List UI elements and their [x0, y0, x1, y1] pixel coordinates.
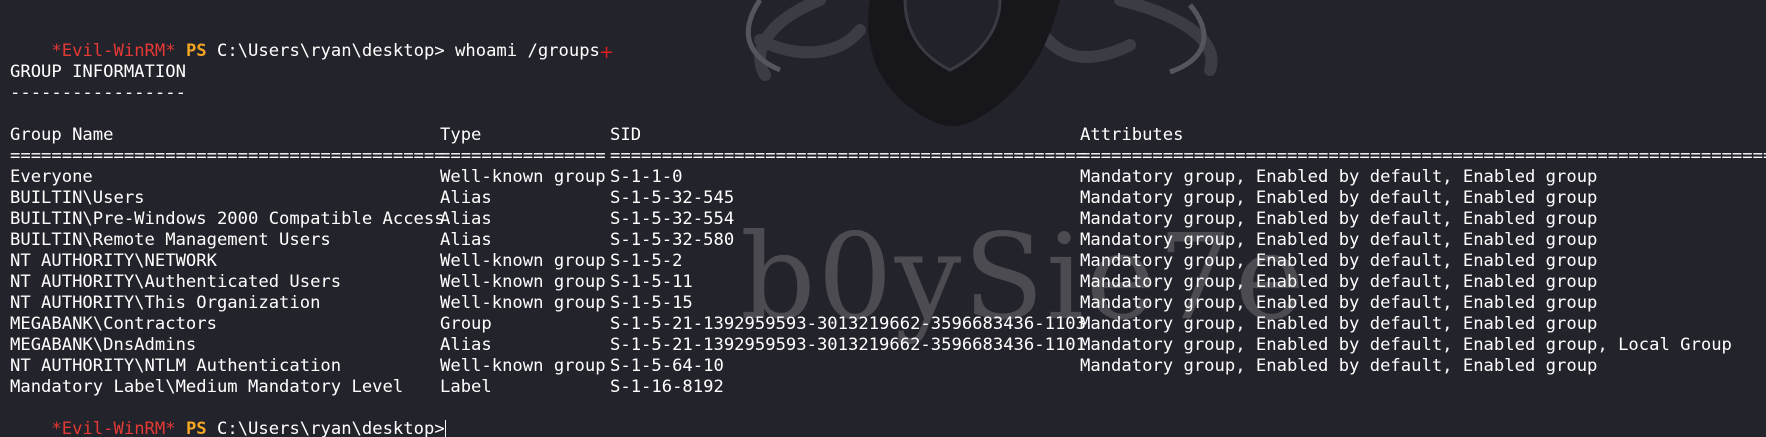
group-sid-cell: S-1-5-32-545	[610, 188, 735, 208]
group-type-cell: Well-known group	[440, 167, 606, 187]
group-type-cell: Well-known group	[440, 293, 606, 313]
winrm-label: *Evil-WinRM*	[51, 41, 176, 61]
group-name-cell: MEGABANK\DnsAdmins	[10, 335, 197, 355]
output-heading-underline: -----------------	[10, 83, 186, 103]
separator-sid: ========================================…	[610, 146, 1086, 166]
group-attributes-cell: Mandatory group, Enabled by default, Ena…	[1080, 230, 1598, 250]
group-sid-cell: S-1-5-32-554	[610, 209, 735, 229]
ps-label: PS	[185, 41, 207, 61]
group-sid-cell: S-1-5-15	[610, 293, 693, 313]
table-row: MEGABANK\Contractors Group S-1-5-21-1392…	[10, 314, 1597, 335]
group-type-cell: Well-known group	[440, 251, 606, 271]
table-row: NT AUTHORITY\Authenticated Users Well-kn…	[10, 272, 1597, 293]
table-row: BUILTIN\Remote Management Users Alias S-…	[10, 230, 1597, 251]
group-sid-cell: S-1-16-8192	[610, 377, 724, 397]
group-type-cell: Alias	[440, 209, 492, 229]
table-row: BUILTIN\Users Alias S-1-5-32-545 Mandato…	[10, 188, 1597, 209]
group-name-cell: BUILTIN\Remote Management Users	[10, 230, 331, 250]
group-name-cell: BUILTIN\Users	[10, 188, 145, 208]
winrm-label: *Evil-WinRM*	[51, 419, 176, 437]
group-name-cell: Mandatory Label\Medium Mandatory Level	[10, 377, 404, 397]
group-sid-cell: S-1-1-0	[610, 167, 683, 187]
group-name-cell: NT AUTHORITY\This Organization	[10, 293, 321, 313]
group-attributes-cell: Mandatory group, Enabled by default, Ena…	[1080, 314, 1598, 334]
prompt-line-current[interactable]: *Evil-WinRM* PS C:\Users\ryan\desktop>	[10, 398, 446, 437]
table-row: NT AUTHORITY\NTLM Authentication Well-kn…	[10, 356, 1597, 377]
group-attributes-cell: Mandatory group, Enabled by default, Ena…	[1080, 188, 1598, 208]
terminal-window[interactable]: b0ySie7e + *Evil-WinRM* PS C:\Users\ryan…	[0, 0, 1766, 437]
group-attributes-cell: Mandatory group, Enabled by default, Ena…	[1080, 209, 1598, 229]
group-attributes-cell: Mandatory group, Enabled by default, Ena…	[1080, 251, 1598, 271]
table-row: NT AUTHORITY\This Organization Well-know…	[10, 293, 1597, 314]
group-type-cell: Alias	[440, 335, 492, 355]
table-row: MEGABANK\DnsAdmins Alias S-1-5-21-139295…	[10, 335, 1732, 356]
table-row: Mandatory Label\Medium Mandatory Level L…	[10, 377, 724, 398]
group-sid-cell: S-1-5-21-1392959593-3013219662-359668343…	[610, 314, 1086, 334]
group-type-cell: Well-known group	[440, 356, 606, 376]
group-attributes-cell: Mandatory group, Enabled by default, Ena…	[1080, 167, 1598, 187]
group-sid-cell: S-1-5-21-1392959593-3013219662-359668343…	[610, 335, 1086, 355]
group-type-cell: Alias	[440, 230, 492, 250]
prompt-path: C:\Users\ryan\desktop>	[217, 41, 445, 61]
column-header-type: Type	[440, 125, 482, 145]
table-header-row: Group Name Type SID Attributes	[10, 125, 1183, 146]
column-header-name: Group Name	[10, 125, 114, 145]
column-header-attributes: Attributes	[1080, 125, 1184, 145]
ps-label: PS	[185, 419, 207, 437]
group-type-cell: Label	[440, 377, 492, 397]
command-text: whoami /groups	[455, 41, 600, 61]
group-attributes-cell: Mandatory group, Enabled by default, Ena…	[1080, 356, 1598, 376]
group-type-cell: Group	[440, 314, 492, 334]
separator-type: ================	[440, 146, 606, 166]
group-attributes-cell: Mandatory group, Enabled by default, Ena…	[1080, 293, 1598, 313]
group-type-cell: Alias	[440, 188, 492, 208]
crosshair-icon: +	[599, 42, 615, 63]
group-name-cell: BUILTIN\Pre-Windows 2000 Compatible Acce…	[10, 209, 445, 229]
group-type-cell: Well-known group	[440, 272, 606, 292]
column-header-sid: SID	[610, 125, 642, 145]
group-name-cell: Everyone	[10, 167, 93, 187]
group-name-cell: NT AUTHORITY\NETWORK	[10, 251, 217, 271]
table-row: BUILTIN\Pre-Windows 2000 Compatible Acce…	[10, 209, 1597, 230]
group-name-cell: MEGABANK\Contractors	[10, 314, 217, 334]
prompt-path: C:\Users\ryan\desktop>	[217, 419, 445, 437]
table-row: NT AUTHORITY\NETWORK Well-known group S-…	[10, 251, 1597, 272]
separator-name: ========================================…	[10, 146, 445, 166]
group-sid-cell: S-1-5-64-10	[610, 356, 724, 376]
table-separator-row: ========================================…	[10, 146, 1766, 167]
group-sid-cell: S-1-5-32-580	[610, 230, 735, 250]
group-name-cell: NT AUTHORITY\NTLM Authentication	[10, 356, 342, 376]
prompt-line: *Evil-WinRM* PS C:\Users\ryan\desktop> w…	[10, 20, 600, 61]
table-row: Everyone Well-known group S-1-1-0 Mandat…	[10, 167, 1597, 188]
group-attributes-cell: Mandatory group, Enabled by default, Ena…	[1080, 272, 1598, 292]
group-name-cell: NT AUTHORITY\Authenticated Users	[10, 272, 342, 292]
group-sid-cell: S-1-5-2	[610, 251, 683, 271]
group-attributes-cell: Mandatory group, Enabled by default, Ena…	[1080, 335, 1732, 355]
output-heading: GROUP INFORMATION	[10, 62, 186, 82]
group-sid-cell: S-1-5-11	[610, 272, 693, 292]
separator-attributes: ========================================…	[1080, 146, 1766, 166]
text-cursor	[444, 420, 446, 437]
